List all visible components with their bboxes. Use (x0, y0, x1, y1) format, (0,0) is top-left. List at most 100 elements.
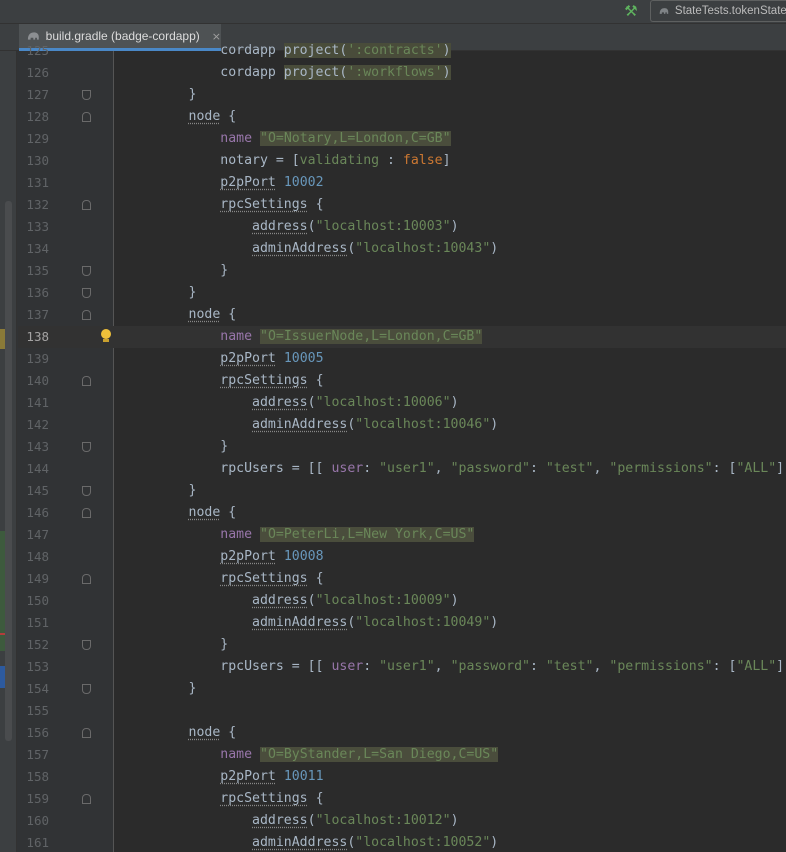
fold-marker-icon[interactable] (82, 310, 91, 320)
line-number: 135 (26, 263, 49, 278)
code-text: address("localhost:10012") (252, 813, 459, 828)
code-line[interactable]: 129 name "O=Notary,L=London,C=GB" (18, 128, 786, 150)
fold-marker-icon[interactable] (82, 266, 91, 276)
line-number: 138 (26, 329, 49, 344)
line-number: 157 (26, 747, 49, 762)
line-number: 158 (26, 769, 49, 784)
main-toolbar: ⚒ StateTests.tokenStateI (0, 0, 786, 24)
code-editor[interactable]: 125 cordapp project(':contracts') 126 cor… (18, 40, 786, 852)
code-text: cordapp project(':contracts') (125, 43, 451, 58)
code-line[interactable]: 156 node { (18, 722, 786, 744)
lightbulb-icon[interactable] (100, 329, 111, 343)
code-line[interactable]: 159 rpcSettings { (18, 788, 786, 810)
code-line[interactable]: 138 name "O=IssuerNode,L=London,C=GB" (18, 326, 786, 348)
line-number: 161 (26, 835, 49, 850)
code-line[interactable]: 161 adminAddress("localhost:10052") (18, 832, 786, 852)
line-number: 140 (26, 373, 49, 388)
change-marker (0, 329, 5, 349)
line-number: 149 (26, 571, 49, 586)
line-number: 146 (26, 505, 49, 520)
code-text: } (125, 681, 197, 696)
fold-marker-icon[interactable] (82, 442, 91, 452)
code-line[interactable]: 150 address("localhost:10009") (18, 590, 786, 612)
code-text: } (125, 483, 197, 498)
code-line[interactable]: 147 name "O=PeterLi,L=New York,C=US" (18, 524, 786, 546)
fold-marker-icon[interactable] (82, 794, 91, 804)
code-text: p2pPort 10002 (220, 175, 324, 190)
code-text: adminAddress("localhost:10046") (252, 417, 499, 432)
run-configuration-label: StateTests.tokenStateI (674, 5, 786, 17)
code-line[interactable]: 131 p2pPort 10002 (18, 172, 786, 194)
run-configuration-selector[interactable]: StateTests.tokenStateI (650, 0, 786, 22)
code-text: node { (188, 725, 237, 740)
fold-marker-icon[interactable] (82, 508, 91, 518)
fold-marker-icon[interactable] (82, 376, 91, 386)
code-line[interactable]: 157 name "O=ByStander,L=San Diego,C=US" (18, 744, 786, 766)
line-number: 137 (26, 307, 49, 322)
code-line[interactable]: 137 node { (18, 304, 786, 326)
code-line[interactable]: 128 node { (18, 106, 786, 128)
fold-marker-icon[interactable] (82, 112, 91, 122)
fold-marker-icon[interactable] (82, 486, 91, 496)
code-text: rpcUsers = [[ user: "user1", "password":… (125, 659, 786, 674)
code-line[interactable]: 125 cordapp project(':contracts') (18, 40, 786, 62)
code-text: node { (188, 505, 237, 520)
code-text: rpcSettings { (220, 373, 324, 388)
code-line[interactable]: 135 } (18, 260, 786, 282)
code-line[interactable]: 143 } (18, 436, 786, 458)
line-number: 148 (26, 549, 49, 564)
code-line[interactable]: 140 rpcSettings { (18, 370, 786, 392)
fold-marker-icon[interactable] (82, 288, 91, 298)
code-line[interactable]: 127 } (18, 84, 786, 106)
code-line[interactable]: 153 rpcUsers = [[ user: "user1", "passwo… (18, 656, 786, 678)
code-line[interactable]: 160 address("localhost:10012") (18, 810, 786, 832)
code-line[interactable]: 152 } (18, 634, 786, 656)
code-text: name "O=Notary,L=London,C=GB" (220, 131, 451, 146)
line-number: 143 (26, 439, 49, 454)
code-line[interactable]: 139 p2pPort 10005 (18, 348, 786, 370)
code-line[interactable]: 141 address("localhost:10006") (18, 392, 786, 414)
code-line[interactable]: 134 adminAddress("localhost:10043") (18, 238, 786, 260)
code-line[interactable]: 149 rpcSettings { (18, 568, 786, 590)
line-number: 141 (26, 395, 49, 410)
code-text: } (125, 439, 229, 454)
fold-marker-icon[interactable] (82, 574, 91, 584)
code-line[interactable]: 136 } (18, 282, 786, 304)
code-line[interactable]: 144 rpcUsers = [[ user: "user1", "passwo… (18, 458, 786, 480)
code-line[interactable]: 142 adminAddress("localhost:10046") (18, 414, 786, 436)
line-number: 156 (26, 725, 49, 740)
code-text: adminAddress("localhost:10052") (252, 835, 499, 850)
code-line[interactable]: 126 cordapp project(':workflows') (18, 62, 786, 84)
code-line[interactable]: 145 } (18, 480, 786, 502)
code-text: p2pPort 10011 (220, 769, 324, 784)
fold-marker-icon[interactable] (82, 90, 91, 100)
line-number: 150 (26, 593, 49, 608)
code-text: adminAddress("localhost:10043") (252, 241, 499, 256)
code-line[interactable]: 146 node { (18, 502, 786, 524)
code-text: rpcSettings { (220, 791, 324, 806)
fold-marker-icon[interactable] (82, 728, 91, 738)
code-text: node { (188, 307, 237, 322)
code-line[interactable]: 132 rpcSettings { (18, 194, 786, 216)
fold-marker-icon[interactable] (82, 640, 91, 650)
code-line[interactable]: 155 (18, 700, 786, 722)
code-line[interactable]: 148 p2pPort 10008 (18, 546, 786, 568)
line-number: 142 (26, 417, 49, 432)
line-number: 152 (26, 637, 49, 652)
fold-marker-icon[interactable] (82, 684, 91, 694)
code-line[interactable]: 133 address("localhost:10003") (18, 216, 786, 238)
code-line[interactable]: 130 notary = [validating : false] (18, 150, 786, 172)
code-line[interactable]: 151 adminAddress("localhost:10049") (18, 612, 786, 634)
code-line[interactable]: 154 } (18, 678, 786, 700)
line-number: 153 (26, 659, 49, 674)
scrollbar[interactable] (5, 201, 12, 741)
line-number: 134 (26, 241, 49, 256)
fold-marker-icon[interactable] (82, 200, 91, 210)
code-text: p2pPort 10008 (220, 549, 324, 564)
line-number: 139 (26, 351, 49, 366)
line-number: 128 (26, 109, 49, 124)
code-line[interactable]: 158 p2pPort 10011 (18, 766, 786, 788)
hammer-icon[interactable]: ⚒ (622, 2, 640, 20)
code-text: node { (188, 109, 237, 124)
line-number: 160 (26, 813, 49, 828)
